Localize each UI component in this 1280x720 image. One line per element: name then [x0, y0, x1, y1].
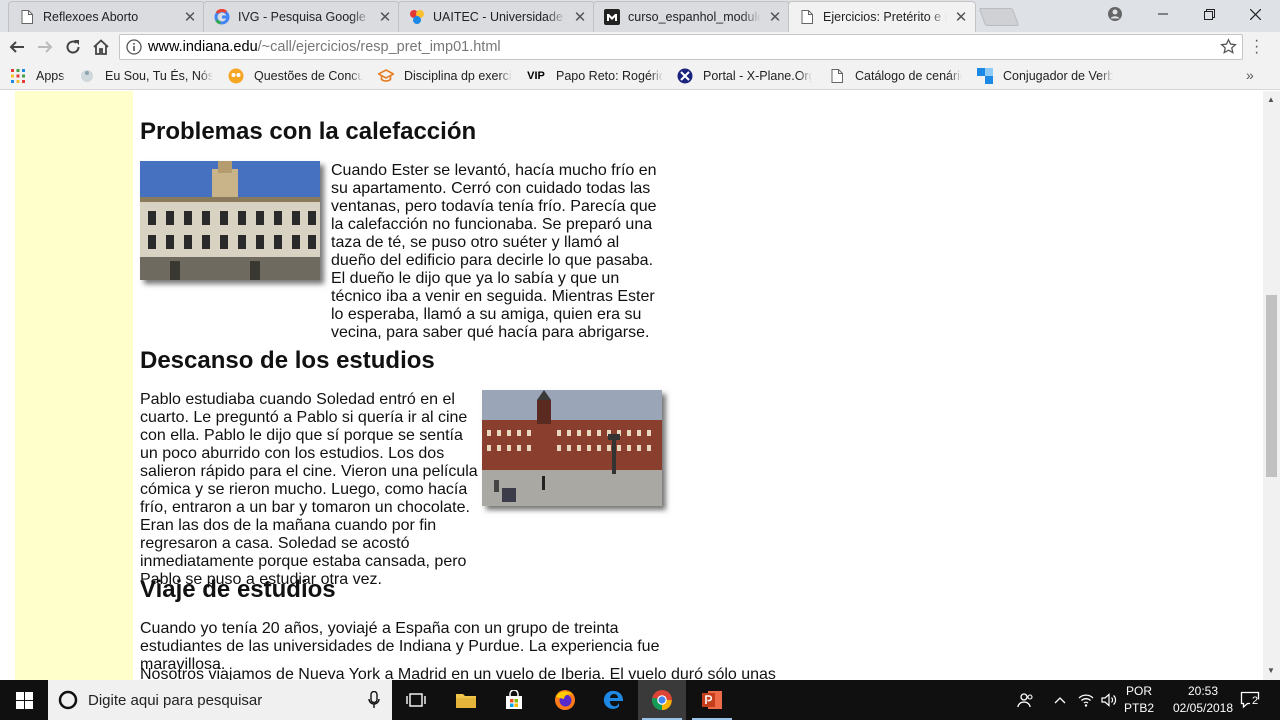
clock-time: 20:53	[1187, 684, 1219, 698]
menu-icon[interactable]: · · ·	[1254, 33, 1259, 61]
heading-calefaccion: Problemas con la calefacción	[140, 118, 477, 145]
people-icon[interactable]	[1012, 680, 1040, 720]
info-icon[interactable]	[120, 39, 148, 55]
left-color-band	[15, 91, 133, 680]
address-bar[interactable]: www.indiana.edu/~call/ejercicios/resp_pr…	[119, 34, 1243, 60]
task-view-icon[interactable]	[392, 680, 440, 720]
tab-google[interactable]: IVG - Pesquisa Google ✕	[203, 1, 400, 32]
scroll-down-arrow-icon[interactable]: ▼	[1267, 666, 1275, 675]
tab-title: Ejercicios: Pretérito e imp	[823, 10, 947, 24]
owl-icon	[228, 68, 244, 84]
hat-icon	[378, 68, 394, 84]
heading-descanso: Descanso de los estudios	[140, 347, 435, 374]
file-explorer-icon[interactable]	[442, 680, 490, 720]
cortana-circle-icon	[58, 690, 78, 710]
reload-button[interactable]	[61, 35, 85, 59]
back-button[interactable]	[5, 35, 29, 59]
bookmark-apps[interactable]: Apps	[10, 66, 70, 86]
microphone-icon[interactable]	[368, 690, 380, 714]
close-icon[interactable]: ✕	[572, 9, 588, 26]
start-button[interactable]	[0, 680, 48, 720]
store-icon[interactable]	[490, 680, 538, 720]
tab-title: UAITEC - Universidade Ab	[433, 10, 566, 24]
bookmarks-overflow-icon[interactable]: »	[1246, 67, 1254, 83]
tab-strip: Reflexoes Aborto ✕ IVG - Pesquisa Google…	[0, 0, 1280, 32]
apps-grid-icon	[10, 68, 26, 84]
notification-count: 2	[1252, 695, 1259, 707]
close-icon[interactable]: ✕	[953, 9, 969, 26]
blocks-icon	[977, 68, 993, 84]
edge-icon[interactable]	[590, 680, 638, 720]
google-icon	[214, 9, 230, 25]
bookmark-star-icon[interactable]	[1220, 38, 1237, 60]
scroll-up-arrow-icon[interactable]: ▲	[1267, 95, 1275, 104]
browser-toolbar: www.indiana.edu/~call/ejercicios/resp_pr…	[0, 32, 1280, 62]
input-language-indicator[interactable]: POR PTB2	[1122, 683, 1156, 717]
tab-uaitec[interactable]: UAITEC - Universidade Ab ✕	[398, 1, 595, 32]
bookmarks-bar: Apps Eu Sou, Tu És, Nós S Questões de Co…	[0, 62, 1280, 90]
bookmark-conjugador[interactable]: Conjugador de Verb	[977, 66, 1113, 86]
tab-title: Reflexoes Aborto	[43, 10, 139, 24]
close-icon[interactable]: ✕	[182, 9, 198, 26]
forward-button[interactable]	[33, 35, 57, 59]
globe-icon	[79, 68, 95, 84]
url-text: www.indiana.edu/~call/ejercicios/resp_pr…	[148, 39, 501, 55]
vertical-scrollbar[interactable]: ▲ ▼	[1263, 91, 1280, 680]
bookmark-catalogo[interactable]: Catálogo de cenário	[829, 66, 962, 86]
page-viewport: Problemas con la calefacción Cuando Este…	[0, 91, 1263, 680]
page-icon	[829, 68, 845, 84]
tray-chevron-up-icon[interactable]	[1048, 680, 1072, 720]
heading-viaje: Viaje de estudios	[140, 576, 336, 603]
windows-taskbar: Digite aqui para pesquisar POR PTB2 20:5…	[0, 680, 1280, 720]
restore-button[interactable]	[1186, 0, 1232, 28]
uaitec-icon	[409, 9, 425, 25]
page-icon	[799, 9, 815, 25]
m-icon	[604, 9, 620, 25]
chrome-icon[interactable]	[638, 680, 686, 720]
home-button[interactable]	[89, 35, 113, 59]
photo-segovia-building	[140, 161, 320, 280]
close-icon[interactable]: ✕	[767, 9, 783, 26]
action-center-icon[interactable]: 2	[1236, 680, 1266, 720]
paragraph-descanso: Pablo estudiaba cuando Soledad entró en …	[140, 391, 478, 588]
paragraph-calefaccion: Cuando Ester se levantó, hacía mucho frí…	[331, 162, 657, 341]
system-clock[interactable]: 20:53 02/05/2018	[1172, 683, 1234, 717]
new-tab-button[interactable]	[978, 8, 1020, 26]
wifi-icon[interactable]	[1074, 680, 1098, 720]
tab-reflexoes[interactable]: Reflexoes Aborto ✕	[8, 1, 205, 32]
powerpoint-icon[interactable]	[688, 680, 736, 720]
bookmark-papo-reto[interactable]: VIP Papo Reto: Rogério F	[526, 66, 663, 86]
taskbar-search-box[interactable]: Digite aqui para pesquisar	[48, 680, 392, 720]
photo-plaza-mayor	[482, 390, 662, 506]
page-icon	[19, 9, 35, 25]
profile-icon[interactable]	[1092, 0, 1138, 28]
bookmark-disciplina[interactable]: Disciplina dp exercic	[378, 66, 512, 86]
xplane-icon	[677, 68, 693, 84]
windows-logo-icon	[15, 691, 33, 709]
close-icon[interactable]: ✕	[377, 9, 393, 26]
tab-title: curso_espanhol_moduloB	[628, 10, 761, 24]
vip-icon: VIP	[527, 70, 545, 82]
paragraph-viaje-2: Nosotros viajamos de Nueva York a Madrid…	[140, 666, 776, 680]
tab-ejercicios[interactable]: Ejercicios: Pretérito e imp ✕	[788, 1, 976, 32]
clock-date: 02/05/2018	[1172, 701, 1234, 715]
close-window-button[interactable]	[1232, 0, 1278, 28]
bookmark-eu-sou[interactable]: Eu Sou, Tu És, Nós S	[79, 66, 213, 86]
scrollbar-thumb[interactable]	[1266, 295, 1277, 477]
bookmark-questoes[interactable]: Questões de Concurs	[228, 66, 363, 86]
tab-curso-espanhol[interactable]: curso_espanhol_moduloB ✕	[593, 1, 790, 32]
firefox-icon[interactable]	[541, 680, 589, 720]
search-placeholder: Digite aqui para pesquisar	[88, 691, 263, 709]
minimize-button[interactable]	[1140, 0, 1186, 28]
volume-icon[interactable]	[1098, 680, 1120, 720]
tab-title: IVG - Pesquisa Google	[238, 10, 366, 24]
bookmark-xplane[interactable]: Portal - X-Plane.Org	[677, 66, 812, 86]
